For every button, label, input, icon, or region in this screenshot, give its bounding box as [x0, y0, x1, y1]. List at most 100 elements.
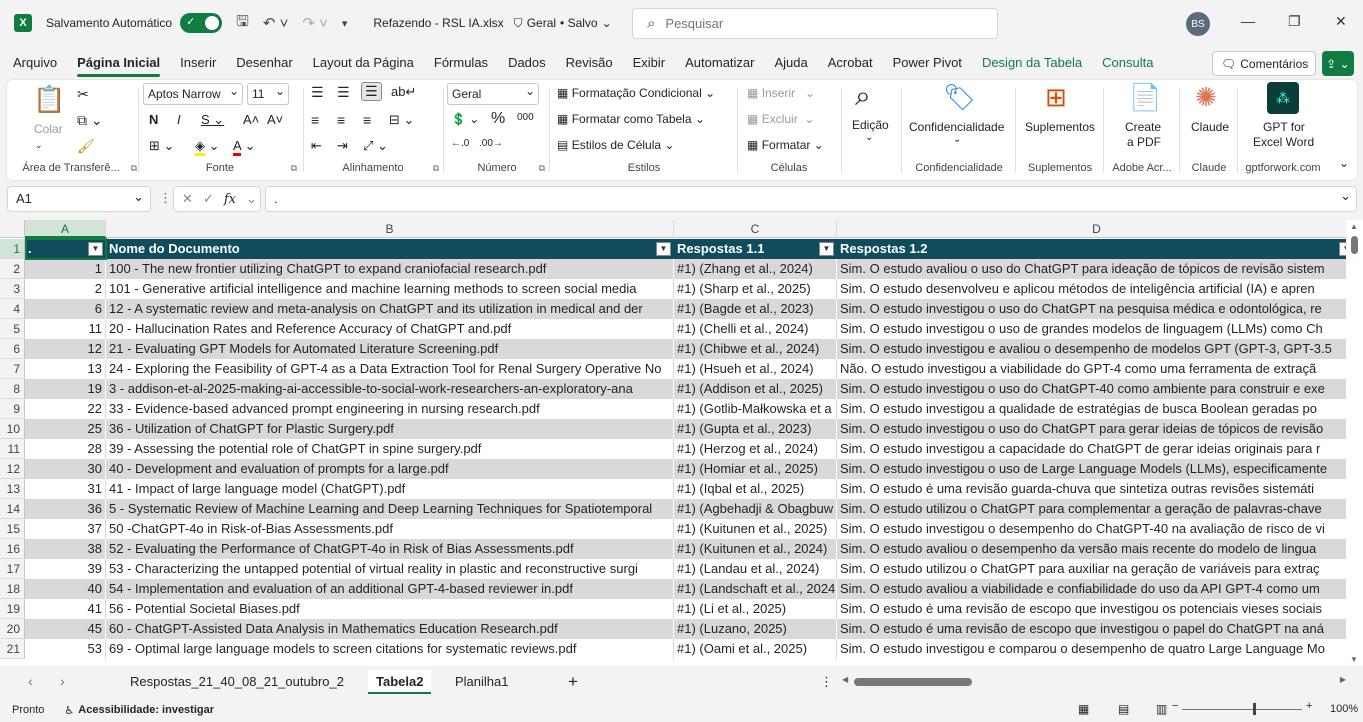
tab-consulta[interactable]: Consulta — [1092, 50, 1163, 76]
filter-dropdown-icon[interactable]: ▼ — [656, 242, 671, 256]
table-cell[interactable]: 40 - Development and evaluation of promp… — [106, 459, 674, 479]
table-cell[interactable]: 101 - Generative artificial intelligence… — [106, 279, 674, 299]
accessibility-status[interactable]: Acessibilidade: investigar — [78, 704, 214, 716]
zoom-level[interactable]: 100% — [1330, 703, 1358, 715]
row-header[interactable]: 7 — [0, 359, 25, 379]
table-cell[interactable]: 11 — [25, 319, 106, 339]
page-break-icon[interactable]: ▥ — [1156, 702, 1167, 716]
scroll-up-icon[interactable]: ▲ — [1350, 222, 1358, 231]
collapse-ribbon-icon[interactable]: ⌄ — [1339, 156, 1349, 170]
tab-desenhar[interactable]: Desenhar — [226, 50, 302, 76]
zoom-slider[interactable] — [1182, 709, 1302, 710]
table-cell[interactable]: 13 — [25, 359, 106, 379]
bold-icon[interactable]: N — [149, 112, 158, 127]
customize-qat-icon[interactable]: ▾ — [342, 17, 348, 30]
gpt-button-line2[interactable]: Excel Word — [1253, 135, 1314, 149]
page-layout-icon[interactable]: ▤ — [1118, 702, 1129, 716]
format-painter-icon[interactable]: 🖌 — [77, 138, 95, 155]
format-cells-button[interactable]: ▦ Formatar ⌄ — [747, 138, 824, 152]
fill-color-icon[interactable]: ◈ ⌄ — [195, 138, 220, 156]
row-header[interactable]: 10 — [0, 419, 25, 439]
italic-icon[interactable]: I — [177, 112, 181, 127]
addins-icon[interactable]: ⊞ — [1045, 82, 1067, 113]
save-icon[interactable]: 🖫 — [236, 11, 249, 36]
table-cell[interactable]: #1) (Landschaft et al., 2024 — [674, 579, 837, 599]
table-header-cell[interactable]: Respostas 1.1 ▼ — [674, 239, 837, 259]
format-as-table-button[interactable]: ▦ Formatar como Tabela ⌄ — [557, 112, 705, 126]
table-cell[interactable]: #1) (Li et al., 2025) — [674, 599, 837, 619]
vertical-scrollbar[interactable]: ▲ ▼ — [1346, 220, 1363, 666]
tab-inserir[interactable]: Inserir — [170, 50, 226, 76]
table-cell[interactable]: Sim. O estudo investigou o uso de Large … — [837, 459, 1357, 479]
table-cell[interactable]: 50 -ChatGPT-4o in Risk-of-Bias Assessmen… — [106, 519, 674, 539]
currency-icon[interactable]: 💲 ⌄ — [451, 112, 479, 126]
table-cell[interactable]: Não. O estudo investigou a viabilidade d… — [837, 359, 1357, 379]
comments-button[interactable]: 🗨 Comentários — [1212, 51, 1316, 76]
table-cell[interactable]: 38 — [25, 539, 106, 559]
percent-icon[interactable]: % — [491, 110, 505, 128]
zoom-knob[interactable] — [1253, 703, 1256, 715]
increase-decimal-icon[interactable]: ←.0 — [451, 138, 469, 149]
table-cell[interactable]: 12 - A systematic review and meta-analys… — [106, 299, 674, 319]
table-cell[interactable]: Sim. O estudo utilizou o ChatGPT para au… — [837, 559, 1357, 579]
table-cell[interactable]: 100 - The new frontier utilizing ChatGPT… — [106, 259, 674, 279]
table-cell[interactable]: 41 - Impact of large language model (Cha… — [106, 479, 674, 499]
row-header[interactable]: 18 — [0, 579, 25, 599]
table-cell[interactable]: #1) (Bagde et al., 2023) — [674, 299, 837, 319]
table-header-cell[interactable]: Respostas 1.2▼ — [837, 239, 1357, 259]
table-cell[interactable]: 37 — [25, 519, 106, 539]
scroll-down-icon[interactable]: ▼ — [1350, 655, 1358, 664]
add-sheet-icon[interactable]: + — [560, 670, 586, 694]
table-cell[interactable]: Sim. O estudo avaliou o desempenho da ve… — [837, 539, 1357, 559]
tab-pagina-inicial[interactable]: Página Inicial — [67, 50, 170, 77]
row-header[interactable]: 15 — [0, 519, 25, 539]
name-box[interactable]: A1 — [7, 185, 151, 212]
font-name-combo[interactable]: Aptos Narrow — [143, 81, 243, 105]
search-input[interactable] — [665, 16, 966, 31]
table-cell[interactable]: 54 - Implementation and evaluation of an… — [106, 579, 674, 599]
copy-icon[interactable]: ⧉ ⌄ — [77, 112, 103, 129]
claude-icon[interactable]: ✺ — [1195, 82, 1217, 113]
row-header[interactable]: 20 — [0, 619, 25, 639]
avatar[interactable]: BS — [1186, 12, 1210, 36]
align-bottom-icon[interactable]: ☰ — [361, 82, 382, 101]
table-cell[interactable]: #1) (Gupta et al., 2023) — [674, 419, 837, 439]
spreadsheet-grid[interactable]: A B C D 1 2 3 4 5 6 7 8 9 10 11 12 13 14 15 16 17 18 19 20 2… — [0, 220, 1363, 666]
row-header[interactable]: 21 — [0, 639, 25, 659]
table-cell[interactable]: 52 - Evaluating the Performance of ChatG… — [106, 539, 674, 559]
launcher-icon[interactable]: ⧉ — [539, 163, 545, 174]
table-cell[interactable]: 24 - Exploring the Feasibility of GPT-4 … — [106, 359, 674, 379]
sensitivity-button[interactable]: Confidencialidade — [909, 120, 1004, 134]
row-header[interactable]: 6 — [0, 339, 25, 359]
table-cell[interactable]: 5 - Systematic Review of Machine Learnin… — [106, 499, 674, 519]
table-cell[interactable]: #1) (Homiar et al., 2025) — [674, 459, 837, 479]
table-cell[interactable]: 25 — [25, 419, 106, 439]
table-cell[interactable]: #1) (Gotlib-Małkowska et a — [674, 399, 837, 419]
table-cell[interactable]: 53 — [25, 639, 106, 659]
row-header[interactable]: 1 — [0, 239, 25, 259]
wrap-text-icon[interactable]: ab↵ — [391, 84, 416, 100]
column-header-c[interactable]: C — [674, 220, 837, 238]
row-header[interactable]: 16 — [0, 539, 25, 559]
align-left-icon[interactable]: ≡ — [311, 112, 319, 128]
table-cell[interactable]: Sim. O estudo investigou e avaliou o des… — [837, 339, 1357, 359]
filter-dropdown-icon[interactable]: ▼ — [88, 242, 103, 256]
more-options-icon[interactable]: ⋮ — [159, 190, 172, 206]
sheet-tab-planilha1[interactable]: Planilha1 — [447, 670, 517, 694]
zoom-in-icon[interactable]: + — [1306, 700, 1312, 712]
row-header[interactable]: 2 — [0, 259, 25, 279]
font-size-combo[interactable]: 11 — [247, 81, 289, 105]
table-cell[interactable]: 21 - Evaluating GPT Models for Automated… — [106, 339, 674, 359]
claude-button[interactable]: Claude — [1191, 120, 1229, 134]
table-cell[interactable]: 45 — [25, 619, 106, 639]
row-header[interactable]: 8 — [0, 379, 25, 399]
column-header-a[interactable]: A — [25, 220, 106, 238]
launcher-icon[interactable]: ⧉ — [291, 163, 297, 174]
insert-cells-button[interactable]: ▦ Inserir ⌄ — [747, 86, 815, 100]
table-cell[interactable]: Sim. O estudo investigou o uso do ChatGP… — [837, 419, 1357, 439]
accessibility-icon[interactable]: ♿ — [64, 704, 74, 717]
gpt-for-work-icon[interactable]: ⁂ — [1267, 82, 1299, 114]
table-cell[interactable]: 69 - Optimal large language models to sc… — [106, 639, 674, 659]
table-header-cell[interactable]: Nome do Documento ▼ — [106, 239, 674, 259]
table-cell[interactable]: 39 — [25, 559, 106, 579]
